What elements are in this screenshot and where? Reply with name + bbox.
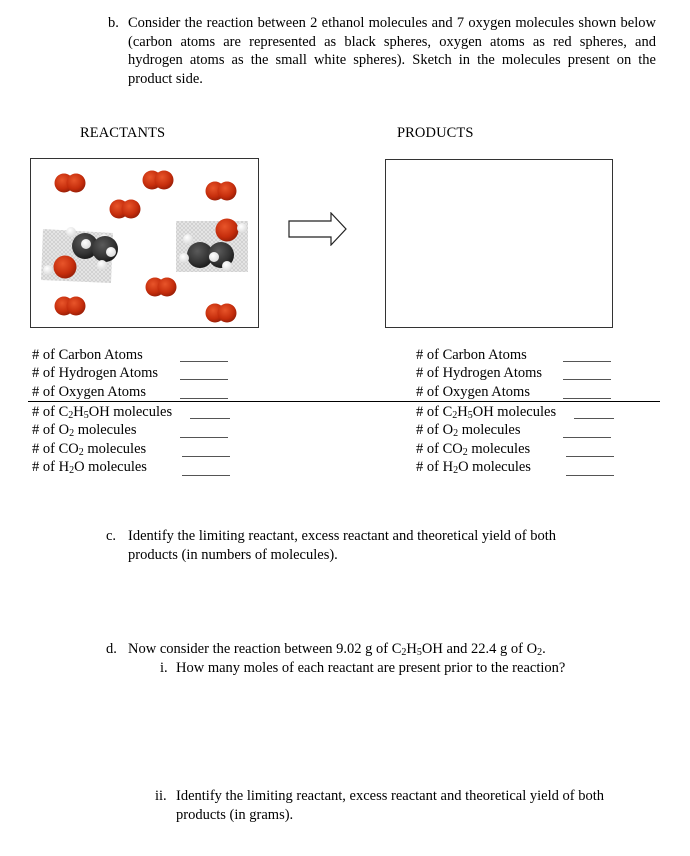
product-hydrogen-atoms-label: # of Hydrogen Atoms: [416, 365, 543, 381]
product-oxygen-atoms-blank[interactable]: [563, 398, 611, 399]
product-co2-molecules-label: # of CO2 molecules: [416, 441, 531, 458]
question-d-ii-marker: ii.: [155, 788, 167, 804]
reactant-co2-molecules-blank[interactable]: [182, 456, 230, 457]
reactant-hydrogen-atoms-blank[interactable]: [180, 379, 228, 380]
question-d-i-marker: i.: [160, 660, 168, 676]
reactant-h2o-molecules-blank[interactable]: [182, 475, 230, 476]
ethanol-molecule: [176, 218, 248, 272]
product-o2-molecules-blank[interactable]: [563, 437, 611, 438]
ethanol-molecule: [41, 227, 118, 283]
reactant-oxygen-atoms-blank[interactable]: [180, 398, 228, 399]
product-ethanol-molecules-blank[interactable]: [574, 418, 614, 419]
product-carbon-atoms-blank[interactable]: [563, 361, 611, 362]
question-c-text: Identify the limiting reactant, excess r…: [128, 528, 556, 563]
product-hydrogen-atoms-blank[interactable]: [563, 379, 611, 380]
products-box[interactable]: [385, 159, 613, 328]
question-d-text: Now consider the reaction between 9.02 g…: [128, 641, 546, 658]
question-d-ii-text: Identify the limiting reactant, excess r…: [176, 788, 604, 823]
question-c-marker: c.: [106, 528, 117, 544]
o2-molecule: [54, 173, 86, 193]
reactant-h2o-molecules-label: # of H2O molecules: [32, 459, 147, 476]
o2-molecule: [205, 181, 237, 201]
question-d-i-text: How many moles of each reactant are pres…: [176, 660, 566, 676]
o2-molecule: [142, 170, 174, 190]
product-co2-molecules-blank[interactable]: [566, 456, 614, 457]
reactant-ethanol-molecules-label: # of C2H5OH molecules: [32, 404, 173, 421]
product-carbon-atoms-label: # of Carbon Atoms: [416, 347, 527, 363]
section-divider: [28, 401, 660, 402]
reactant-o2-molecules-blank[interactable]: [180, 437, 228, 438]
reactant-co2-molecules-label: # of CO2 molecules: [32, 441, 147, 458]
product-ethanol-molecules-label: # of C2H5OH molecules: [416, 404, 557, 421]
reactants-box: [30, 158, 259, 328]
question-b-marker: b.: [108, 15, 119, 31]
question-b-text: Consider the reaction between 2 ethanol …: [128, 15, 656, 87]
reactant-carbon-atoms-label: # of Carbon Atoms: [32, 347, 143, 363]
reactants-diagram: [41, 170, 248, 323]
reactants-label: REACTANTS: [80, 125, 166, 141]
o2-molecule: [145, 277, 177, 297]
reactant-o2-molecules-label: # of O2 molecules: [32, 422, 137, 439]
reactant-hydrogen-atoms-label: # of Hydrogen Atoms: [32, 365, 159, 381]
product-oxygen-atoms-label: # of Oxygen Atoms: [416, 384, 530, 400]
product-h2o-molecules-label: # of H2O molecules: [416, 459, 531, 476]
reaction-arrow-icon: [288, 212, 348, 246]
reactant-oxygen-atoms-label: # of Oxygen Atoms: [32, 384, 146, 400]
o2-molecule: [109, 199, 141, 219]
products-label: PRODUCTS: [397, 125, 474, 141]
question-d-marker: d.: [106, 641, 117, 657]
o2-molecule: [54, 296, 86, 316]
reactant-ethanol-molecules-blank[interactable]: [190, 418, 230, 419]
product-o2-molecules-label: # of O2 molecules: [416, 422, 521, 439]
product-h2o-molecules-blank[interactable]: [566, 475, 614, 476]
o2-molecule: [205, 303, 237, 323]
reactant-carbon-atoms-blank[interactable]: [180, 361, 228, 362]
